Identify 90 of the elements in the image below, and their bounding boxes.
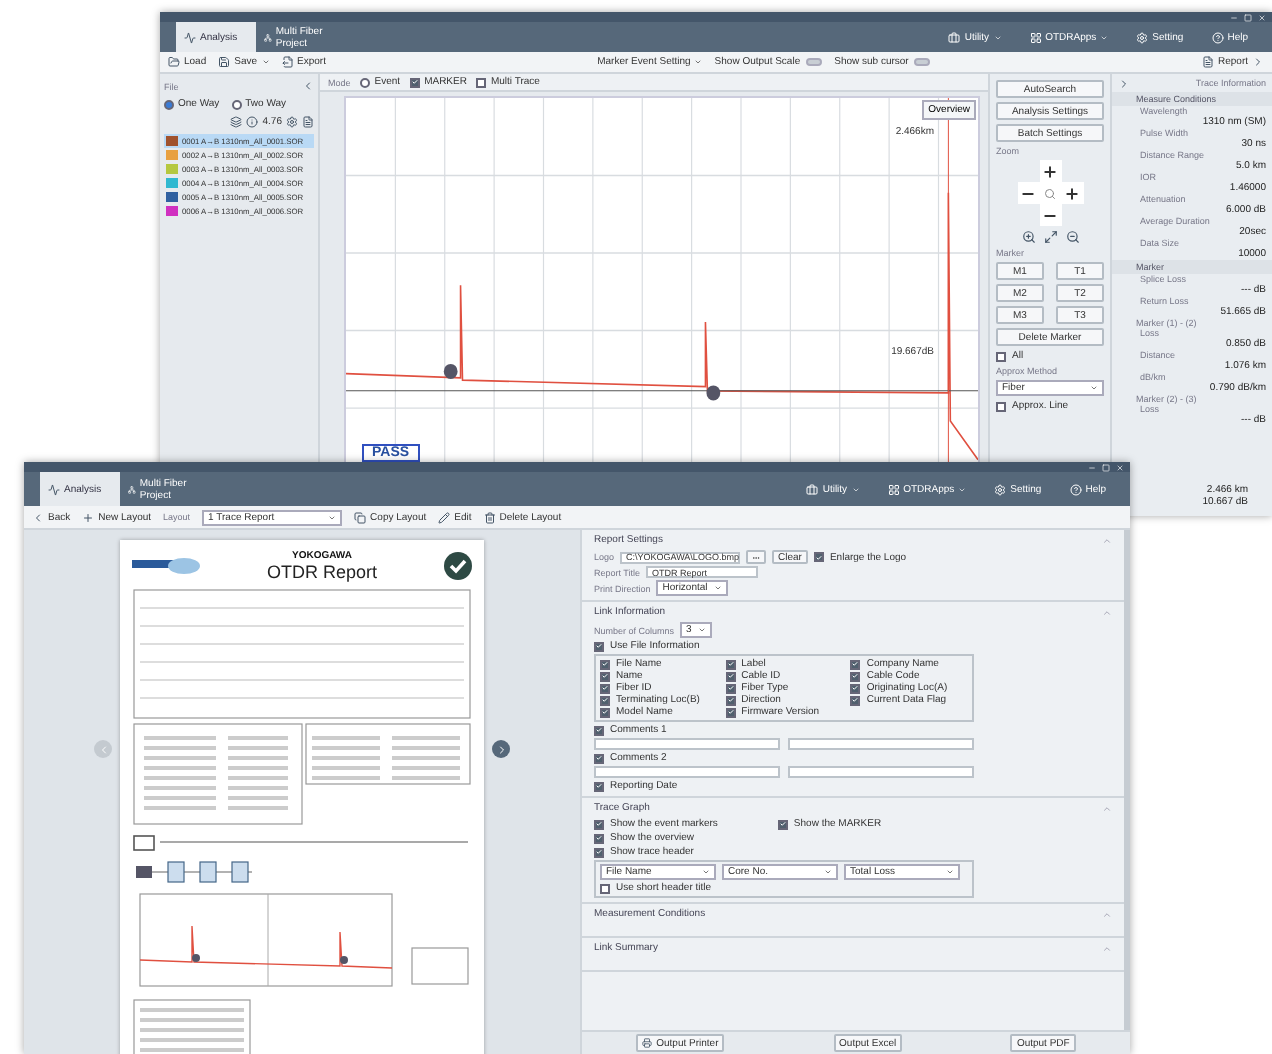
trash-icon	[483, 511, 496, 523]
toolbox-icon	[806, 483, 819, 495]
toolbox-icon	[948, 31, 961, 43]
check-icon	[596, 754, 602, 762]
settings-icon[interactable]	[286, 116, 298, 128]
checkbox[interactable]	[594, 819, 604, 829]
zoom-out-button[interactable]	[1039, 204, 1061, 226]
printer-icon	[642, 1038, 653, 1048]
waveform-icon	[48, 483, 60, 495]
toggle-switch[interactable]	[806, 58, 823, 66]
checkbox[interactable]	[725, 695, 736, 705]
grid-icon	[887, 483, 900, 495]
checkbox[interactable]	[725, 659, 736, 669]
checkbox[interactable]	[996, 401, 1006, 411]
checkbox[interactable]	[594, 753, 604, 763]
checkbox[interactable]	[594, 725, 604, 735]
checkbox[interactable]	[594, 833, 604, 843]
check-icon	[815, 553, 822, 561]
checkbox[interactable]	[850, 695, 861, 705]
search-icon	[1044, 187, 1056, 199]
zoom-in-button[interactable]	[1039, 160, 1061, 182]
save-icon	[218, 56, 231, 68]
checkbox[interactable]	[725, 671, 736, 681]
checkbox[interactable]	[600, 671, 610, 681]
zoom-in-icon[interactable]	[1021, 230, 1035, 244]
zoom-out-icon[interactable]	[1065, 230, 1079, 244]
maximize-icon[interactable]	[1244, 13, 1252, 21]
pencil-icon	[438, 511, 451, 523]
help-icon	[1211, 31, 1224, 43]
checkbox[interactable]	[996, 351, 1006, 361]
comment-field[interactable]	[788, 738, 974, 750]
checkbox[interactable]	[600, 707, 610, 717]
checkbox[interactable]	[410, 77, 421, 87]
checkbox[interactable]	[600, 695, 610, 705]
zoom-out-button[interactable]	[1017, 182, 1039, 204]
checkbox[interactable]	[594, 781, 604, 791]
checkbox[interactable]	[600, 659, 610, 669]
checkbox[interactable]	[594, 641, 604, 651]
plus-icon	[1042, 163, 1058, 179]
plus-icon	[82, 511, 95, 523]
document-icon	[1201, 56, 1214, 68]
next-page-button[interactable]	[492, 740, 510, 758]
plus-icon	[1064, 185, 1080, 201]
comment-field[interactable]	[788, 766, 974, 778]
radio-button[interactable]	[231, 99, 242, 109]
checkbox[interactable]	[850, 659, 861, 669]
check-icon	[596, 726, 602, 734]
radio-button[interactable]	[360, 77, 371, 87]
grid-icon	[1029, 31, 1042, 43]
checkbox[interactable]	[850, 671, 861, 681]
checkbox[interactable]	[725, 707, 736, 717]
report-conditions-drawing	[132, 998, 252, 1054]
folder-icon	[168, 56, 180, 68]
logo-drawing	[132, 556, 200, 576]
checkbox[interactable]	[600, 683, 610, 693]
comment-field[interactable]	[594, 738, 780, 750]
checkbox[interactable]	[600, 883, 610, 893]
document-icon[interactable]	[302, 116, 314, 128]
report-title: OTDR Report	[266, 562, 377, 582]
checkbox[interactable]	[594, 847, 604, 857]
comment-field[interactable]	[594, 766, 780, 778]
chevron-right-icon	[1252, 56, 1264, 68]
check-icon	[779, 820, 786, 828]
toggle-switch[interactable]	[914, 58, 931, 66]
network-icon	[264, 31, 272, 43]
settings-icon	[1136, 31, 1149, 43]
fit-icon[interactable]	[1043, 230, 1057, 244]
settings-icon	[994, 483, 1007, 495]
info-icon[interactable]	[246, 116, 259, 128]
maximize-icon[interactable]	[1102, 463, 1110, 471]
chevron-right-icon	[495, 743, 507, 755]
checkbox[interactable]	[476, 77, 487, 87]
check-icon	[443, 552, 472, 580]
network-icon	[128, 483, 136, 495]
checkbox[interactable]	[813, 552, 824, 562]
export-icon	[281, 56, 294, 68]
radio-button[interactable]	[164, 99, 174, 109]
check-icon	[412, 78, 419, 86]
layers-icon[interactable]	[230, 116, 243, 128]
chevron-left-icon	[97, 743, 109, 755]
check-icon	[596, 642, 602, 650]
check-icon	[596, 782, 602, 790]
copy-icon	[354, 511, 367, 523]
help-icon	[1069, 483, 1082, 495]
checkbox[interactable]	[777, 819, 788, 829]
zoom-in-button[interactable]	[1061, 182, 1083, 204]
waveform-icon	[184, 31, 196, 43]
checkbox[interactable]	[725, 683, 736, 693]
chevron-left-icon	[32, 511, 44, 523]
checkbox[interactable]	[850, 683, 861, 693]
